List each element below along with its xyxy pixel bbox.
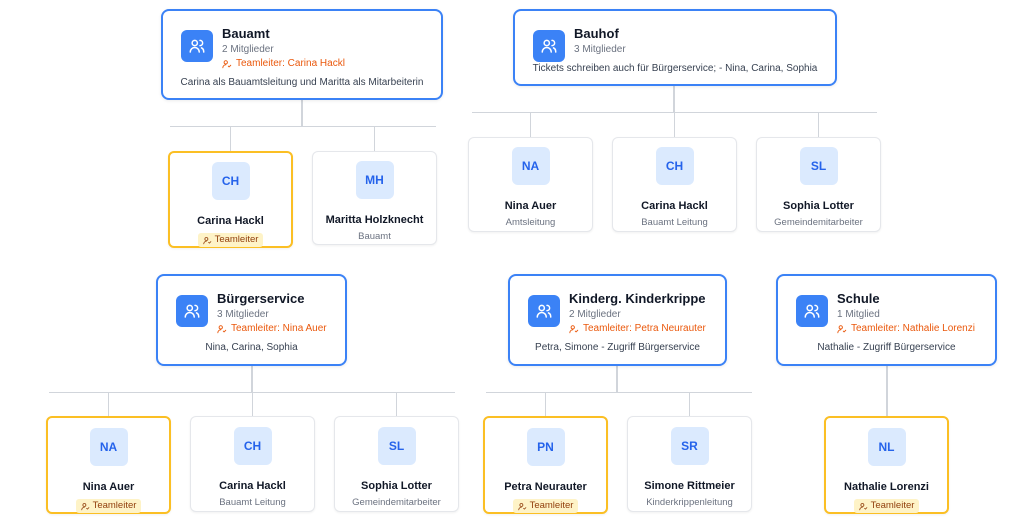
- connector: [108, 392, 109, 416]
- connector: [301, 100, 303, 126]
- member-card[interactable]: CH Carina Hackl Bauamt Leitung: [612, 137, 737, 232]
- team-description: Tickets schreiben auch für Bürgerservice…: [532, 63, 818, 74]
- avatar: NA: [511, 147, 550, 185]
- users-icon: [528, 295, 560, 327]
- team-name: Schule: [837, 291, 880, 306]
- connector: [170, 126, 436, 127]
- member-card[interactable]: NA Nina Auer Teamleiter: [46, 416, 171, 514]
- team-leader-badge: Teamleiter: [853, 499, 920, 513]
- team-leader-badge: Teamleiter: [75, 499, 142, 513]
- member-name: Carina Hackl: [219, 480, 286, 492]
- member-name: Nathalie Lorenzi: [844, 481, 929, 493]
- member-name: Petra Neurauter: [504, 481, 587, 493]
- member-name: Nina Auer: [82, 481, 135, 493]
- users-icon: [796, 295, 828, 327]
- avatar: MH: [355, 161, 394, 199]
- users-icon: [176, 295, 208, 327]
- user-check-icon: [217, 324, 227, 333]
- team-member-count: 2 Mitglieder: [222, 44, 274, 55]
- team-card-bauhof[interactable]: Bauhof 3 Mitglieder Tickets schreiben au…: [513, 9, 837, 86]
- connector: [886, 366, 888, 416]
- team-description: Carina als Bauamtsleitung und Maritta al…: [180, 77, 424, 88]
- avatar: CH: [233, 427, 272, 465]
- team-leader: Teamleiter: Nina Auer: [217, 322, 335, 335]
- team-leader: Teamleiter: Petra Neurauter: [569, 322, 715, 335]
- member-role: Amtsleitung: [505, 217, 556, 228]
- member-card[interactable]: PN Petra Neurauter Teamleiter: [483, 416, 608, 514]
- avatar: SR: [670, 427, 709, 465]
- team-member-count: 3 Mitglieder: [217, 309, 269, 320]
- member-name: Sophia Lotter: [783, 200, 854, 212]
- team-member-count: 2 Mitglieder: [569, 309, 621, 320]
- avatar: NL: [867, 428, 906, 466]
- connector: [252, 392, 253, 416]
- team-card-bauamt[interactable]: Bauamt 2 Mitglieder Teamleiter: Carina H…: [161, 9, 443, 100]
- member-name: Simone Rittmeier: [644, 480, 735, 492]
- member-name: Carina Hackl: [197, 215, 264, 227]
- connector: [674, 112, 675, 137]
- member-role: Bauamt Leitung: [641, 217, 708, 228]
- user-check-icon: [80, 502, 89, 510]
- member-role: Kinderkrippenleitung: [646, 497, 733, 508]
- member-card[interactable]: CH Carina Hackl Teamleiter: [168, 151, 293, 248]
- member-card[interactable]: NA Nina Auer Amtsleitung: [468, 137, 593, 232]
- avatar: NA: [89, 428, 128, 466]
- member-name: Sophia Lotter: [361, 480, 432, 492]
- user-check-icon: [202, 236, 211, 244]
- user-check-icon: [858, 502, 867, 510]
- team-description: Petra, Simone - Zugriff Bürgerservice: [535, 342, 700, 353]
- connector: [673, 86, 675, 112]
- user-check-icon: [837, 324, 847, 333]
- team-name: Kinderg. Kinderkrippe: [569, 291, 706, 306]
- team-leader-badge: Teamleiter: [197, 233, 264, 247]
- avatar: SL: [377, 427, 416, 465]
- team-leader: Teamleiter: Carina Hackl: [222, 57, 431, 70]
- member-role: Bauamt: [358, 231, 391, 242]
- connector: [545, 392, 546, 416]
- connector: [486, 392, 752, 393]
- connector: [396, 392, 397, 416]
- team-name: Bauhof: [574, 26, 619, 41]
- user-check-icon: [222, 59, 232, 68]
- member-role: Gemeindemitarbeiter: [774, 217, 863, 228]
- team-card-schule[interactable]: Schule 1 Mitglied Teamleiter: Nathalie L…: [776, 274, 997, 366]
- member-card[interactable]: SL Sophia Lotter Gemeindemitarbeiter: [334, 416, 459, 512]
- team-name: Bauamt: [222, 26, 270, 41]
- avatar: CH: [211, 162, 250, 200]
- avatar: PN: [526, 428, 565, 466]
- member-card[interactable]: MH Maritta Holzknecht Bauamt: [312, 151, 437, 245]
- team-member-count: 3 Mitglieder: [574, 44, 626, 55]
- team-description: Nina, Carina, Sophia: [205, 342, 298, 353]
- member-name: Maritta Holzknecht: [325, 214, 424, 226]
- member-role: Bauamt Leitung: [219, 497, 286, 508]
- connector: [530, 112, 531, 137]
- member-role: Gemeindemitarbeiter: [352, 497, 441, 508]
- member-name: Nina Auer: [504, 200, 557, 212]
- team-leader: Teamleiter: Nathalie Lorenzi: [837, 322, 985, 335]
- connector: [374, 126, 375, 151]
- member-card[interactable]: SR Simone Rittmeier Kinderkrippenleitung: [627, 416, 752, 512]
- users-icon: [181, 30, 213, 62]
- member-card[interactable]: CH Carina Hackl Bauamt Leitung: [190, 416, 315, 512]
- connector: [818, 112, 819, 137]
- avatar: CH: [655, 147, 694, 185]
- team-description: Nathalie - Zugriff Bürgerservice: [817, 342, 956, 353]
- team-card-kinderkrippe[interactable]: Kinderg. Kinderkrippe 2 Mitglieder Teaml…: [508, 274, 727, 366]
- member-card[interactable]: NL Nathalie Lorenzi Teamleiter: [824, 416, 949, 514]
- connector: [251, 366, 253, 392]
- team-leader-badge: Teamleiter: [512, 499, 579, 513]
- users-icon: [533, 30, 565, 62]
- member-card[interactable]: SL Sophia Lotter Gemeindemitarbeiter: [756, 137, 881, 232]
- team-member-count: 1 Mitglied: [837, 309, 880, 320]
- member-name: Carina Hackl: [641, 200, 708, 212]
- user-check-icon: [569, 324, 579, 333]
- team-card-buergerservice[interactable]: Bürgerservice 3 Mitglieder Teamleiter: N…: [156, 274, 347, 366]
- connector: [230, 126, 231, 151]
- avatar: SL: [799, 147, 838, 185]
- user-check-icon: [517, 502, 526, 510]
- team-name: Bürgerservice: [217, 291, 305, 306]
- connector: [616, 366, 618, 392]
- connector: [689, 392, 690, 416]
